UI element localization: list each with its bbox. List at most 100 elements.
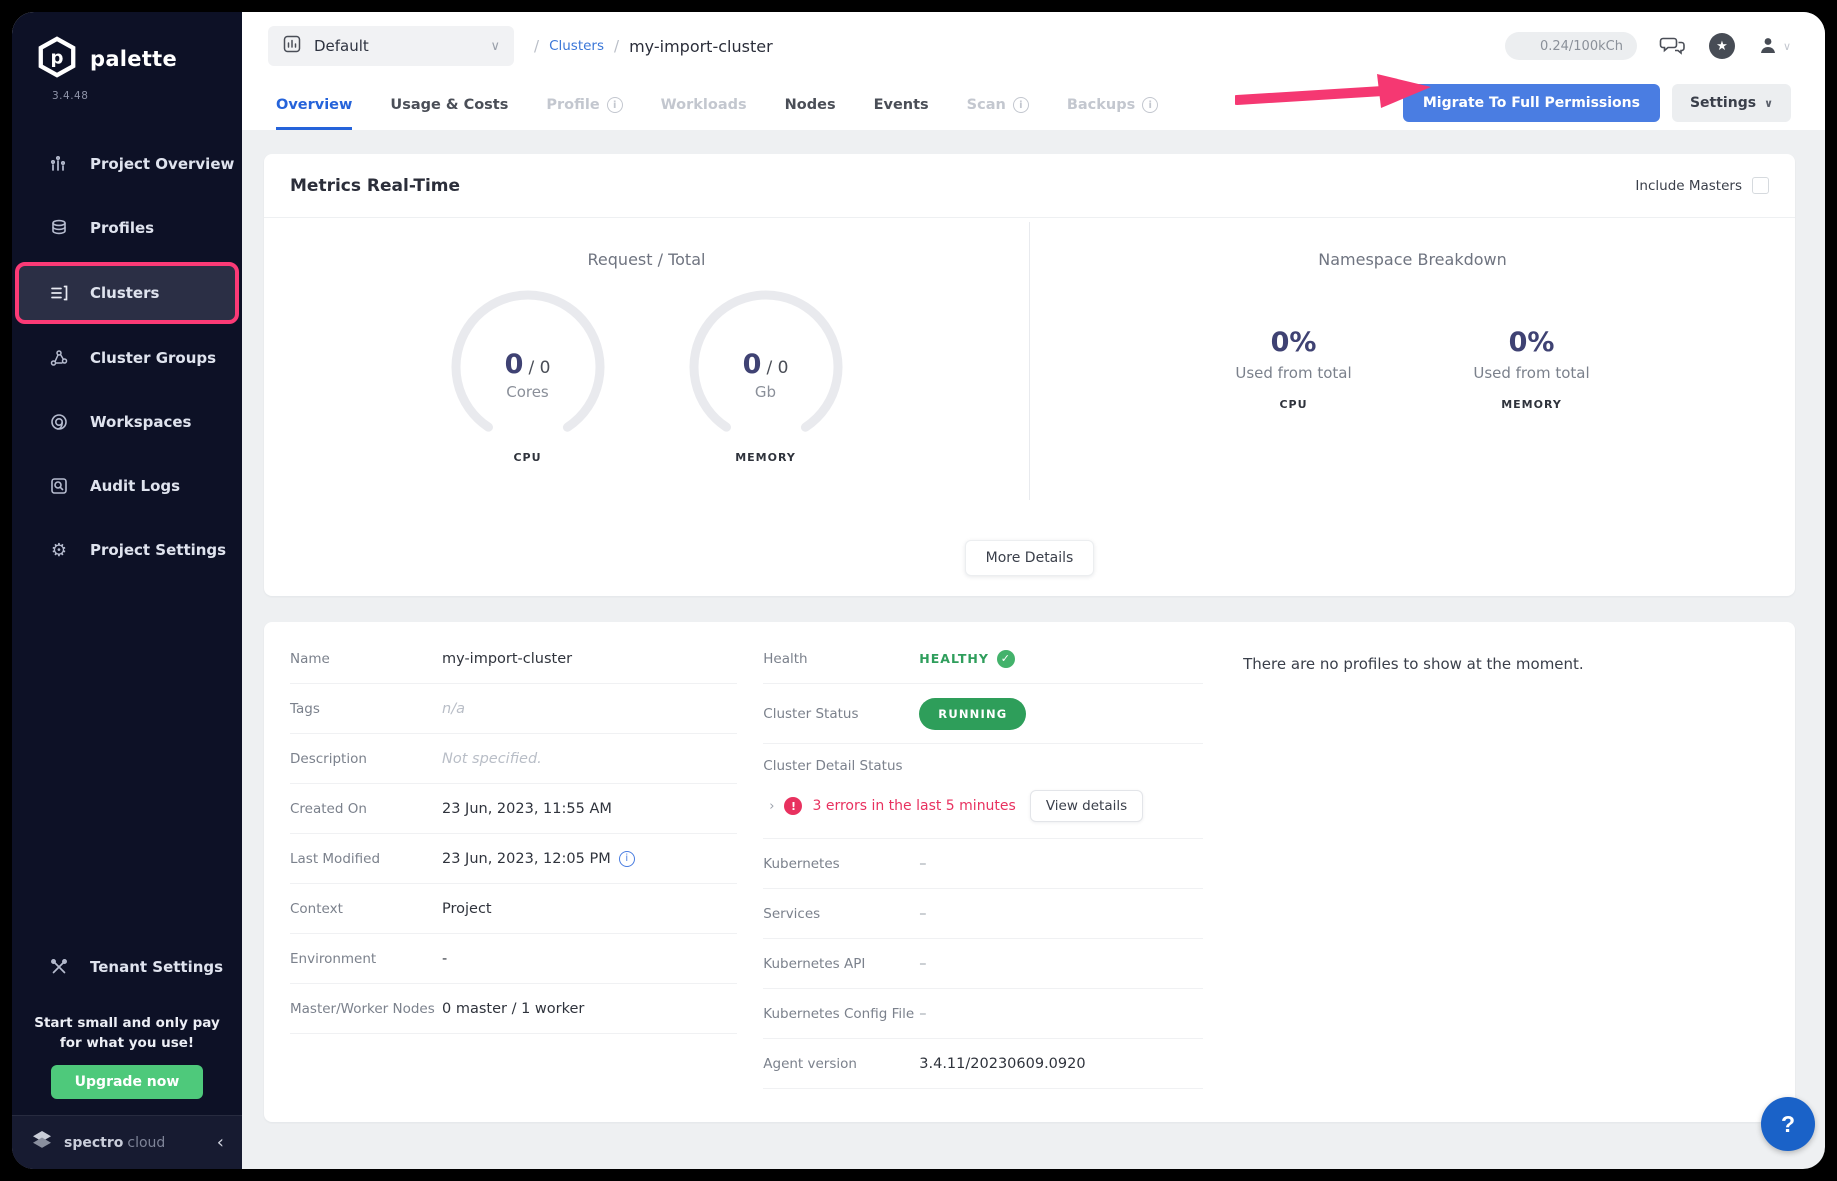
layers-icon <box>48 218 70 238</box>
detail-row-description: Description Not specified. <box>290 734 737 784</box>
details-middle-column: Health HEALTHY ✓ Cluster Status RUNNING … <box>763 634 1229 1098</box>
sidebar-item-label: Workspaces <box>90 413 191 431</box>
spectro-cloud-logo-icon <box>30 1130 54 1156</box>
usage-quota-pill: 0.24/100kCh <box>1505 32 1637 60</box>
tab-usage-costs[interactable]: Usage & Costs <box>390 97 508 130</box>
app-window: p palette 3.4.48 Project Overview Profil… <box>12 12 1825 1169</box>
promo-line-1: Start small and only pay <box>22 1013 232 1033</box>
sidebar-item-project-overview[interactable]: Project Overview <box>12 132 242 196</box>
footer-brand-spectro: spectro <box>64 1135 123 1151</box>
memory-gauge-label: MEMORY <box>678 451 854 464</box>
cpu-gauge-label: CPU <box>440 451 616 464</box>
tab-workloads[interactable]: Workloads <box>661 97 747 130</box>
detail-row-tags: Tags n/a <box>290 684 737 734</box>
footer-brand-cloud: cloud <box>127 1135 165 1151</box>
more-details-button[interactable]: More Details <box>965 540 1095 576</box>
sidebar-item-clusters[interactable]: Clusters <box>12 260 242 326</box>
sidebar-item-label: Cluster Groups <box>90 349 216 367</box>
tab-nodes[interactable]: Nodes <box>785 97 836 130</box>
detail-row-kubernetes-api: Kubernetes API – <box>763 939 1203 989</box>
sidebar-item-label: Audit Logs <box>90 477 180 495</box>
detail-row-last-modified: Last Modified 23 Jun, 2023, 12:05 PMi <box>290 834 737 884</box>
namespace-memory-stat: 0% Used from total MEMORY <box>1444 327 1620 411</box>
sidebar-item-label: Clusters <box>90 284 159 302</box>
sidebar-item-cluster-groups[interactable]: Cluster Groups <box>12 326 242 390</box>
cluster-tabs: Overview Usage & Costs Profilei Workload… <box>268 97 1158 130</box>
tab-events[interactable]: Events <box>874 97 929 130</box>
chevron-down-icon: ∨ <box>1783 40 1791 53</box>
migrate-to-full-permissions-button[interactable]: Migrate To Full Permissions <box>1403 84 1660 122</box>
chat-icon[interactable] <box>1659 34 1687 58</box>
namespace-cpu-value: 0% <box>1206 327 1382 358</box>
detail-row-agent-version: Agent version 3.4.11/20230609.0920 <box>763 1039 1203 1089</box>
sidebar-item-workspaces[interactable]: Workspaces <box>12 390 242 454</box>
detail-row-kubernetes: Kubernetes – <box>763 839 1203 889</box>
breadcrumb-separator: / <box>614 37 619 55</box>
breadcrumb-separator: / <box>534 37 539 55</box>
cpu-gauge: 0 / 0 Cores CPU <box>440 287 616 464</box>
detail-row-created-on: Created On 23 Jun, 2023, 11:55 AM <box>290 784 737 834</box>
sidebar-item-tenant-settings[interactable]: Tenant Settings <box>12 935 242 999</box>
info-icon: i <box>1013 97 1029 113</box>
detail-row-name: Name my-import-cluster <box>290 634 737 684</box>
sidebar-item-audit-logs[interactable]: Audit Logs <box>12 454 242 518</box>
upgrade-now-button[interactable]: Upgrade now <box>51 1065 204 1099</box>
sidebar-item-label: Project Overview <box>90 155 234 173</box>
spiral-icon <box>48 412 70 432</box>
namespace-memory-label: MEMORY <box>1444 398 1620 411</box>
error-icon: ! <box>784 797 802 815</box>
tab-scan[interactable]: Scani <box>967 97 1029 130</box>
tab-overview[interactable]: Overview <box>276 97 352 130</box>
sidebar-item-profiles[interactable]: Profiles <box>12 196 242 260</box>
info-icon: i <box>1142 97 1158 113</box>
include-masters-control: Include Masters <box>1635 177 1769 194</box>
cpu-request-value: 0 <box>505 349 524 380</box>
tab-backups[interactable]: Backupsi <box>1067 97 1158 130</box>
metrics-title: Metrics Real-Time <box>290 176 460 196</box>
tools-icon <box>48 957 70 977</box>
cluster-details-card: Name my-import-cluster Tags n/a Descript… <box>264 622 1795 1122</box>
network-nodes-icon <box>48 348 70 368</box>
chevron-down-icon: ∨ <box>490 39 500 54</box>
info-icon[interactable]: i <box>619 851 635 867</box>
settings-button[interactable]: Settings ∨ <box>1672 84 1791 122</box>
request-total-panel: Request / Total 0 / 0 Cores CPU <box>264 218 1029 540</box>
namespace-breakdown-panel: Namespace Breakdown 0% Used from total C… <box>1030 218 1795 540</box>
sidebar-item-label: Project Settings <box>90 541 226 559</box>
sidebar-footer: spectrocloud ‹ <box>12 1115 242 1169</box>
namespace-breakdown-title: Namespace Breakdown <box>1318 250 1507 269</box>
sidebar-item-project-settings[interactable]: ⚙ Project Settings <box>12 518 242 582</box>
request-total-title: Request / Total <box>588 250 706 269</box>
help-button[interactable]: ? <box>1761 1097 1815 1151</box>
memory-gauge: 0 / 0 Gb MEMORY <box>678 287 854 464</box>
metrics-realtime-card: Metrics Real-Time Include Masters Reques… <box>264 154 1795 596</box>
view-details-button[interactable]: View details <box>1030 790 1143 822</box>
include-masters-checkbox[interactable] <box>1752 177 1769 194</box>
details-profiles-column: There are no profiles to show at the mom… <box>1229 634 1769 1098</box>
memory-unit: Gb <box>678 383 854 401</box>
user-menu[interactable]: ∨ <box>1757 35 1791 57</box>
cpu-unit: Cores <box>440 383 616 401</box>
project-selector-value: Default <box>314 37 369 55</box>
bar-chart-icon <box>48 154 70 174</box>
svg-text:p: p <box>51 48 64 69</box>
project-selector[interactable]: Default ∨ <box>268 26 514 66</box>
star-icon[interactable]: ★ <box>1709 33 1735 59</box>
upgrade-promo: Start small and only pay for what you us… <box>12 999 242 1116</box>
gear-icon: ⚙ <box>48 540 70 561</box>
namespace-cpu-stat: 0% Used from total CPU <box>1206 327 1382 411</box>
running-status-badge: RUNNING <box>919 698 1026 730</box>
breadcrumb: / Clusters / my-import-cluster <box>534 37 773 56</box>
expand-chevron-icon[interactable]: › <box>769 799 774 814</box>
sidebar-item-label: Tenant Settings <box>90 958 223 976</box>
main-area: Default ∨ / Clusters / my-import-cluster… <box>242 12 1825 1169</box>
breadcrumb-clusters-link[interactable]: Clusters <box>549 38 604 54</box>
audit-search-icon <box>48 476 70 496</box>
detail-row-health: Health HEALTHY ✓ <box>763 634 1203 684</box>
tab-profile[interactable]: Profilei <box>546 97 622 130</box>
check-icon: ✓ <box>997 650 1015 668</box>
collapse-sidebar-icon[interactable]: ‹ <box>217 1132 224 1153</box>
brand-block: p palette 3.4.48 <box>12 12 242 102</box>
memory-request-value: 0 <box>743 349 762 380</box>
detail-row-services: Services – <box>763 889 1203 939</box>
